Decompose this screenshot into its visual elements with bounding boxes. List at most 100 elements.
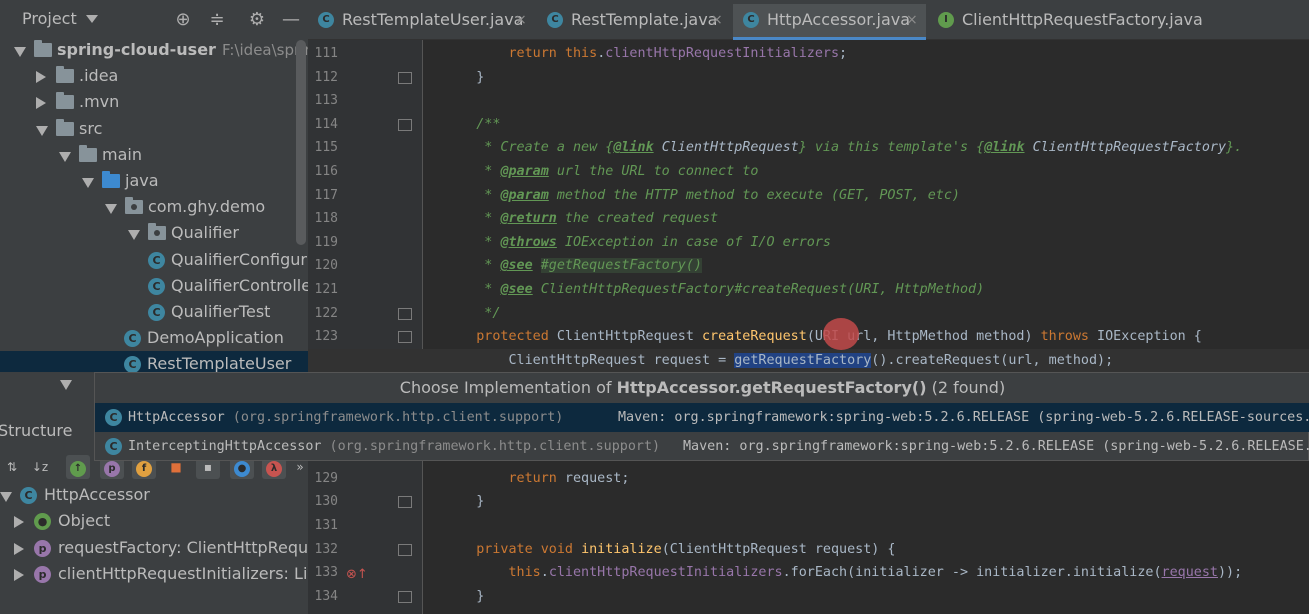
chevron-right-icon[interactable] — [14, 516, 24, 529]
code-text: * @throws IOException in case of I/O err… — [444, 234, 831, 250]
close-icon[interactable]: × — [515, 4, 527, 36]
structure-item[interactable]: p requestFactory: ClientHttpRequest — [0, 535, 308, 561]
popup-item[interactable]: C HttpAccessor (org.springframework.http.… — [95, 403, 1309, 432]
code-line[interactable]: return request; — [308, 467, 1309, 491]
property-icon: p — [34, 566, 51, 584]
class-icon: C — [124, 356, 141, 372]
code-line[interactable] — [308, 89, 1309, 113]
tree-item[interactable]: .idea — [0, 63, 308, 89]
tree-item[interactable]: C RestTemplateUser — [0, 351, 308, 372]
tree-item-label: Qualifier — [171, 220, 239, 246]
code-line[interactable]: * @throws IOException in case of I/O err… — [308, 231, 1309, 255]
gear-icon[interactable]: ⚙ — [246, 9, 268, 31]
popup-item-package: (org.springframework.http.client.support… — [224, 410, 564, 425]
structure-item[interactable]: C HttpAccessor — [0, 482, 308, 508]
chevron-down-icon[interactable] — [82, 178, 94, 188]
popup-item-name: InterceptingHttpAccessor (org.springfram… — [128, 432, 660, 461]
tree-item[interactable]: C QualifierConfigurat — [0, 247, 308, 273]
tree-item[interactable]: .mvn — [0, 89, 308, 115]
code-line[interactable]: * @see #getRequestFactory() — [308, 254, 1309, 278]
folder-icon — [102, 171, 120, 188]
tree-item[interactable]: C DemoApplication — [0, 325, 308, 351]
tree-item[interactable]: Qualifier — [0, 220, 308, 246]
code-text: * @see ClientHttpRequestFactory#createRe… — [444, 282, 985, 297]
tree-item[interactable]: C QualifierController — [0, 273, 308, 299]
code-text: ClientHttpRequest request = getRequestFa… — [444, 352, 1114, 368]
code-line[interactable]: private void initialize(ClientHttpReques… — [308, 538, 1309, 562]
chevron-down-icon[interactable] — [60, 380, 72, 390]
chevron-down-icon[interactable] — [36, 125, 48, 136]
tree-item[interactable]: com.ghy.demo — [0, 194, 308, 220]
chevron-down-icon[interactable] — [128, 230, 140, 241]
code-line[interactable]: return this.clientHttpRequestInitializer… — [308, 42, 1309, 66]
code-line[interactable]: } — [308, 585, 1309, 609]
chevron-down-icon[interactable] — [105, 204, 117, 215]
code-line[interactable]: /** — [308, 113, 1309, 137]
code-line[interactable]: * @see ClientHttpRequestFactory#createRe… — [308, 278, 1309, 302]
structure-item[interactable]: p clientHttpRequestInitializers: List< — [0, 561, 308, 587]
code-line[interactable]: } — [308, 66, 1309, 90]
code-line[interactable]: protected ClientHttpRequest createReques… — [308, 325, 1309, 349]
chevron-down-icon[interactable] — [59, 151, 71, 162]
tab-httpaccessor-java[interactable]: C HttpAccessor.java × — [733, 4, 926, 40]
structure-title: Structure — [0, 421, 73, 440]
tab-resttemplate-java[interactable]: C RestTemplate.java × — [537, 4, 731, 40]
tree-item-text: QualifierConfigurat — [171, 249, 308, 269]
sort-visibility-icon[interactable]: ⇅ — [0, 455, 24, 479]
tab-resttemplateuser-java[interactable]: C RestTemplateUser.java × — [308, 4, 535, 40]
folder-icon — [56, 66, 74, 84]
code-text: * @param url the URL to connect to — [444, 164, 759, 179]
tree-item[interactable]: java — [0, 168, 308, 194]
code-line[interactable]: */ — [308, 302, 1309, 326]
tree-item[interactable]: C QualifierTest — [0, 299, 308, 325]
code-line[interactable]: * @return the created request — [308, 207, 1309, 231]
chevron-down-icon[interactable] — [14, 47, 26, 57]
code-text: */ — [444, 305, 501, 321]
tree-item[interactable]: spring-cloud-userF:\idea\spring clou — [0, 37, 308, 63]
tree-item-text: QualifierController — [171, 275, 308, 295]
override-marker-icon[interactable]: ⊗↑ — [346, 567, 370, 583]
structure-item-label: clientHttpRequestInitializers: List< — [58, 564, 308, 584]
code-line[interactable]: } — [308, 490, 1309, 514]
class-icon: C — [318, 12, 334, 28]
code-text: } — [444, 494, 485, 510]
structure-item[interactable]: ● Object — [0, 508, 308, 534]
show-inherited-icon[interactable]: ↑ — [66, 455, 90, 479]
class-icon: C — [547, 12, 563, 28]
code-line[interactable]: * @param url the URL to connect to — [308, 160, 1309, 184]
minimize-icon[interactable]: — — [280, 9, 302, 31]
code-line[interactable]: this.clientHttpRequestInitializers.forEa… — [308, 561, 1309, 585]
chevron-right-icon[interactable] — [14, 569, 24, 582]
package-icon — [148, 223, 166, 241]
chevron-right-icon[interactable] — [36, 97, 46, 110]
code-editor[interactable]: 111 112 113 114 115 116 117 118 119 120 121 122 123 1… — [308, 40, 1309, 614]
project-title[interactable]: Project — [22, 9, 77, 28]
tree-item-text: src — [79, 118, 103, 138]
code-line[interactable]: ClientHttpRequest request = getRequestFa… — [308, 348, 1309, 373]
code-line[interactable]: * @param method the HTTP method to execu… — [308, 184, 1309, 208]
locate-icon[interactable]: ⊕ — [172, 9, 194, 31]
chevron-right-icon[interactable] — [14, 542, 24, 555]
popup-item-maven: Maven: org.springframework:spring-web:5.… — [683, 439, 1309, 454]
code-text: /** — [444, 116, 501, 132]
tree-item[interactable]: src — [0, 116, 308, 142]
project-scrollbar[interactable] — [296, 40, 306, 245]
tree-item[interactable]: main — [0, 142, 308, 168]
chevron-down-icon[interactable] — [0, 492, 12, 502]
chevron-right-icon[interactable] — [36, 71, 46, 84]
search-highlight-icon — [823, 318, 859, 350]
tree-item-label: QualifierTest — [171, 299, 270, 325]
code-line[interactable]: * Create a new {@link ClientHttpRequest}… — [308, 136, 1309, 160]
tab-clienthttprequestfactory-java[interactable]: I ClientHttpRequestFactory.java — [928, 4, 1210, 40]
sort-alpha-icon[interactable]: ↓z — [28, 455, 52, 479]
close-icon[interactable]: × — [906, 4, 918, 36]
popup-item[interactable]: C InterceptingHttpAccessor (org.springfra… — [95, 432, 1309, 461]
project-dropdown-icon[interactable] — [86, 15, 98, 23]
class-icon: C — [148, 251, 165, 269]
code-text: * Create a new {@link ClientHttpRequest}… — [444, 140, 1243, 156]
code-line[interactable] — [308, 514, 1309, 538]
collapse-icon[interactable]: ≑ — [206, 9, 228, 31]
close-icon[interactable]: × — [711, 4, 723, 36]
tree-item-text: .mvn — [79, 92, 120, 112]
tree-item-text: RestTemplateUser — [147, 354, 292, 372]
